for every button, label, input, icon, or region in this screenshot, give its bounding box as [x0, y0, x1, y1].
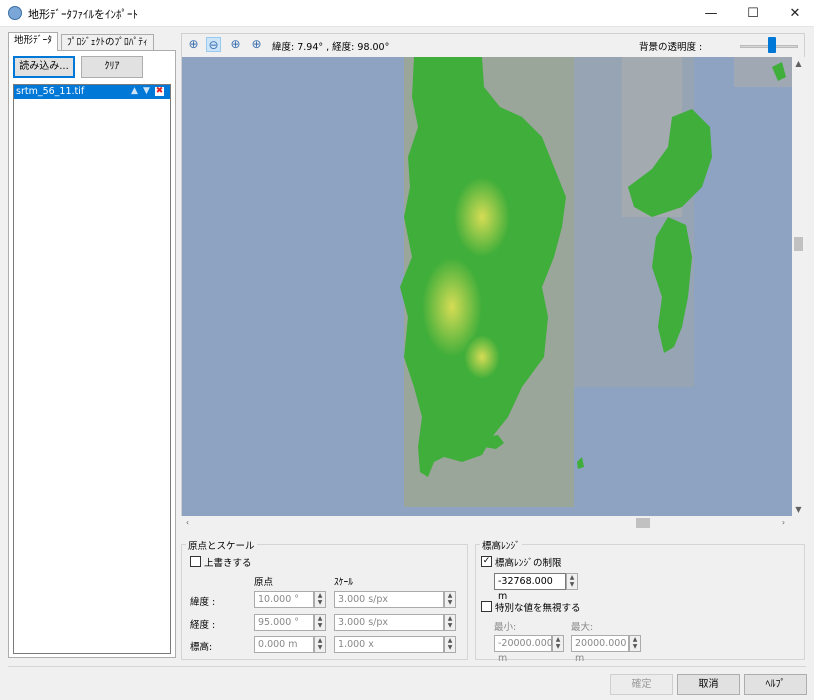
terrain-svg — [400, 57, 792, 507]
small-island — [577, 457, 584, 469]
cancel-button[interactable]: 取消 — [677, 674, 740, 695]
latitude-scale-field[interactable]: 3.000 s/px — [334, 591, 444, 608]
scroll-up-icon[interactable]: ▲ — [792, 57, 805, 70]
limit-range-checkbox[interactable]: ✓ — [481, 556, 492, 567]
min-label: 最小: — [494, 622, 517, 633]
highland — [464, 335, 500, 379]
latitude-scale-spinner[interactable]: ▲ ▼ — [444, 591, 456, 608]
vertical-scroll-thumb[interactable] — [794, 237, 803, 251]
ignore-special-checkbox[interactable] — [481, 601, 492, 612]
origin-scale-title: 原点とスケール — [186, 538, 257, 552]
max-label: 最大: — [571, 622, 594, 633]
coordinate-readout: 緯度: 7.94° , 経度: 98.00° — [272, 42, 390, 53]
latitude-label: 緯度 : — [190, 597, 216, 608]
list-item[interactable]: srtm_56_11.tif ▲ ▼ ✖ — [14, 85, 170, 99]
footer-divider — [8, 666, 806, 667]
app-icon — [8, 6, 22, 20]
move-up-icon[interactable]: ▲ — [130, 87, 139, 96]
tab-terrain-data[interactable]: 地形ﾃﾞｰﾀ — [8, 32, 59, 51]
highland — [454, 177, 510, 257]
ignore-special-label: 特別な値を無視する — [495, 603, 581, 614]
terrain-map[interactable] — [181, 57, 792, 516]
maximize-button[interactable]: ☐ — [732, 0, 774, 27]
scroll-right-icon[interactable]: › — [777, 516, 790, 529]
longitude-origin-spinner[interactable]: ▲ ▼ — [314, 614, 326, 631]
tab-project-properties[interactable]: ﾌﾟﾛｼﾞｪｸﾄのﾌﾟﾛﾊﾟﾃｨ — [61, 34, 154, 50]
ok-button[interactable]: 確定 — [610, 674, 673, 695]
elevation-range-title: 標高ﾚﾝｼﾞ — [480, 538, 523, 552]
move-down-icon[interactable]: ▼ — [142, 87, 151, 96]
max-value-field[interactable]: 20000.000 m — [571, 635, 629, 664]
max-value-spinner[interactable]: ▲ ▼ — [629, 635, 641, 652]
latitude-origin-field[interactable]: 10.000 ° — [254, 591, 314, 608]
elevation-label: 標高: — [190, 642, 213, 653]
limit-value-spinner[interactable]: ▲ ▼ — [566, 573, 578, 590]
min-value-spinner[interactable]: ▲ ▼ — [552, 635, 564, 652]
horizontal-scrollbar[interactable]: ‹ › — [181, 516, 792, 530]
longitude-scale-spinner[interactable]: ▲ ▼ — [444, 614, 456, 631]
zoom-reset-icon[interactable]: ⊕ — [249, 37, 264, 52]
longitude-origin-field[interactable]: 95.000 ° — [254, 614, 314, 631]
help-button[interactable]: ﾍﾙﾌﾟ — [744, 674, 807, 695]
vertical-scrollbar[interactable]: ▲ ▼ — [792, 57, 805, 516]
origin-column-header: 原点 — [254, 577, 274, 588]
elevation-origin-spinner[interactable]: ▲ ▼ — [314, 636, 326, 653]
limit-value-field[interactable]: -32768.000 m — [494, 573, 566, 602]
min-value-field[interactable]: -20000.000 m — [494, 635, 553, 664]
remove-icon[interactable]: ✖ — [155, 87, 164, 96]
close-button[interactable]: ✕ — [774, 0, 814, 27]
scale-column-header: ｽｹｰﾙ — [334, 577, 354, 588]
elevation-origin-field[interactable]: 0.000 m — [254, 636, 314, 653]
elevation-scale-spinner[interactable]: ▲ ▼ — [444, 636, 456, 653]
zoom-out-icon[interactable]: ⊖ — [206, 37, 221, 52]
opacity-label: 背景の透明度 : — [639, 42, 703, 53]
scroll-left-icon[interactable]: ‹ — [181, 516, 194, 529]
zoom-in-icon[interactable]: ⊕ — [186, 37, 201, 52]
scroll-down-icon[interactable]: ▼ — [792, 503, 805, 516]
elevation-scale-field[interactable]: 1.000 x — [334, 636, 444, 653]
minimize-button[interactable]: — — [690, 0, 732, 27]
scrollbar-corner — [792, 516, 805, 530]
file-list[interactable]: srtm_56_11.tif ▲ ▼ ✖ — [13, 84, 171, 654]
overwrite-label: 上書きする — [204, 558, 252, 569]
longitude-scale-field[interactable]: 3.000 s/px — [334, 614, 444, 631]
latitude-origin-spinner[interactable]: ▲ ▼ — [314, 591, 326, 608]
horizontal-scroll-thumb[interactable] — [636, 518, 650, 528]
load-button[interactable]: 読み込み... — [13, 56, 75, 78]
zoom-fit-icon[interactable]: ⊕ — [228, 37, 243, 52]
file-name: srtm_56_11.tif — [16, 86, 85, 97]
limit-range-label: 標高ﾚﾝｼﾞの制限 — [495, 558, 562, 569]
overwrite-checkbox[interactable] — [190, 556, 201, 567]
window-title: 地形ﾃﾞｰﾀﾌｧｲﾙをｲﾝﾎﾟｰﾄ — [28, 8, 138, 21]
longitude-label: 経度 : — [190, 620, 216, 631]
clear-button[interactable]: ｸﾘｱ — [81, 56, 143, 78]
opacity-slider-thumb[interactable] — [767, 37, 776, 53]
